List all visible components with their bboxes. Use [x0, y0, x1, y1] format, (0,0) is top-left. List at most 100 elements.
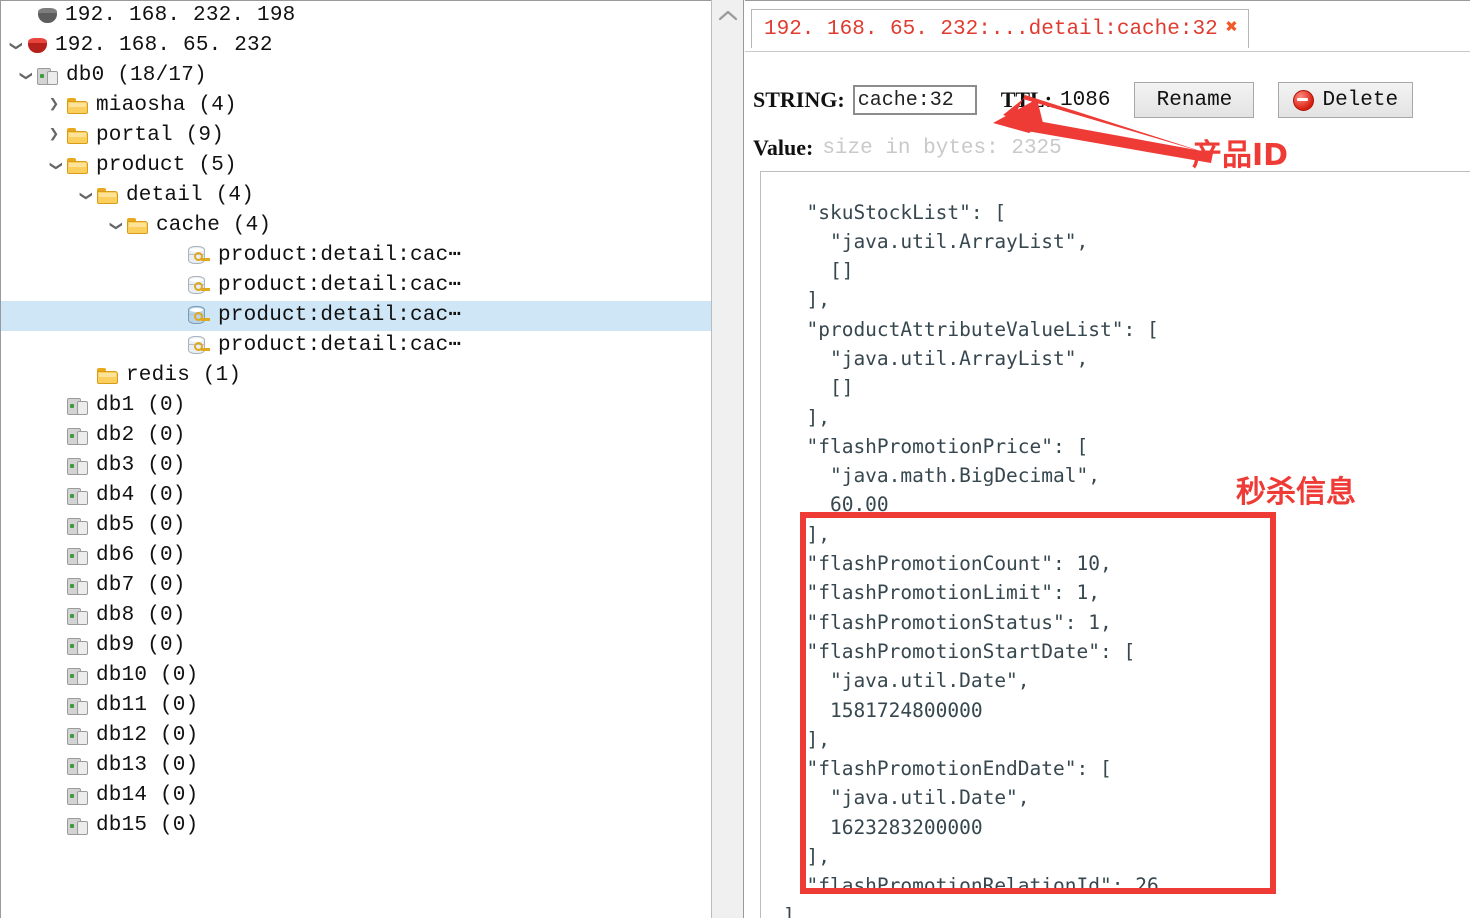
chevron-right-icon[interactable]: ❯: [41, 121, 67, 151]
tree-node[interactable]: product:detail:cac⋯: [1, 331, 711, 361]
tree-node-label: db3 (0): [96, 454, 186, 477]
redis-key-icon: [187, 336, 211, 356]
tree-node-label: detail (4): [126, 184, 255, 207]
folder-icon: [127, 217, 149, 235]
delete-button-label: Delete: [1322, 88, 1399, 112]
tree-node[interactable]: db15 (0): [1, 811, 711, 841]
tree-node-label: product:detail:cac⋯: [218, 244, 462, 267]
tree-node-label: db13 (0): [96, 754, 199, 777]
tree-vertical-scrollbar[interactable]: [711, 0, 744, 918]
tree-node[interactable]: db13 (0): [1, 751, 711, 781]
folder-icon: [67, 157, 89, 175]
tree-node[interactable]: redis (1): [1, 361, 711, 391]
chevron-down-icon[interactable]: ❯: [69, 183, 99, 209]
chevron-down-icon[interactable]: ❯: [1, 33, 29, 59]
tab-label: 192. 168. 65. 232:...detail:cache:32: [764, 17, 1218, 41]
close-icon[interactable]: ✖: [1226, 19, 1238, 39]
database-icon: [67, 487, 89, 506]
json-value-text[interactable]: "skuStockList": [ "java.util.ArrayList",…: [783, 198, 1470, 918]
key-detail-pane: 192. 168. 65. 232:...detail:cache:32 ✖ S…: [745, 0, 1470, 918]
tree-node-label: db11 (0): [96, 694, 199, 717]
database-icon: [67, 787, 89, 806]
delete-circle-icon: [1293, 89, 1315, 111]
tree-node-label: 192. 168. 232. 198: [65, 4, 296, 27]
tree-node-label: product:detail:cac⋯: [218, 304, 462, 327]
database-icon: [37, 67, 59, 86]
tab-key-detail[interactable]: 192. 168. 65. 232:...detail:cache:32 ✖: [751, 9, 1249, 48]
tree-node[interactable]: ❯ detail (4): [1, 181, 711, 211]
tree-node[interactable]: db3 (0): [1, 451, 711, 481]
tree-node[interactable]: ❯ db0 (18/17): [1, 61, 711, 91]
folder-icon: [67, 97, 89, 115]
tree-node[interactable]: db7 (0): [1, 571, 711, 601]
database-icon: [67, 607, 89, 626]
tree-node-label: 192. 168. 65. 232: [55, 34, 273, 57]
tree-node-label: db14 (0): [96, 784, 199, 807]
chevron-down-icon[interactable]: ❯: [39, 153, 69, 179]
tree-node-label: db6 (0): [96, 544, 186, 567]
redis-key-tree[interactable]: 192. 168. 232. 198 ❯ 192. 168. 65. 232 ❯ db0…: [0, 0, 711, 918]
annotation-product-id: 产品ID: [1192, 138, 1289, 173]
tree-node-label: db2 (0): [96, 424, 186, 447]
ttl-label: TTL:: [1000, 87, 1053, 112]
rename-button[interactable]: Rename: [1134, 82, 1255, 118]
app-root: 192. 168. 232. 198 ❯ 192. 168. 65. 232 ❯ db0…: [0, 0, 1470, 918]
value-editor[interactable]: "skuStockList": [ "java.util.ArrayList",…: [760, 171, 1470, 918]
chevron-right-icon[interactable]: ❯: [41, 91, 67, 121]
annotation-seckill-info: 秒杀信息: [1236, 475, 1356, 510]
tree-node-label: db7 (0): [96, 574, 186, 597]
tree-node[interactable]: ❯ miaosha (4): [1, 91, 711, 121]
tree-node[interactable]: db9 (0): [1, 631, 711, 661]
tree-node-label: db9 (0): [96, 634, 186, 657]
key-name-input[interactable]: cache:32: [852, 85, 977, 115]
tree-node[interactable]: product:detail:cac⋯: [1, 301, 711, 331]
key-toolbar: STRING: cache:32 TTL: 1086 Rename Delete: [753, 79, 1470, 121]
tree-node[interactable]: db2 (0): [1, 421, 711, 451]
database-icon: [67, 697, 89, 716]
server-cube-icon: [27, 37, 48, 55]
key-type-label: STRING:: [753, 87, 845, 112]
tree-node[interactable]: db5 (0): [1, 511, 711, 541]
redis-key-icon: [187, 276, 211, 296]
tree-node-label: cache (4): [156, 214, 272, 237]
database-icon: [67, 547, 89, 566]
tree-node[interactable]: db10 (0): [1, 661, 711, 691]
tree-node-label: db5 (0): [96, 514, 186, 537]
database-icon: [67, 817, 89, 836]
tree-node-label: redis (1): [126, 364, 242, 387]
tree-node-label: product:detail:cac⋯: [218, 274, 462, 297]
rename-button-label: Rename: [1156, 88, 1233, 112]
ttl-value: 1086: [1060, 88, 1111, 112]
tree-node[interactable]: ❯ cache (4): [1, 211, 711, 241]
tree-node[interactable]: ❯ product (5): [1, 151, 711, 181]
tree-node-label: db12 (0): [96, 724, 199, 747]
tree-node[interactable]: db6 (0): [1, 541, 711, 571]
database-icon: [67, 517, 89, 536]
tree-node[interactable]: db12 (0): [1, 721, 711, 751]
tree-node[interactable]: db11 (0): [1, 691, 711, 721]
tree-node[interactable]: db8 (0): [1, 601, 711, 631]
tree-node[interactable]: 192. 168. 232. 198: [1, 1, 711, 31]
tree-node[interactable]: ❯ 192. 168. 65. 232: [1, 31, 711, 61]
tree-node[interactable]: db14 (0): [1, 781, 711, 811]
tree-node-label: product:detail:cac⋯: [218, 334, 462, 357]
folder-icon: [97, 187, 119, 205]
folder-icon: [97, 367, 119, 385]
tree-node[interactable]: db4 (0): [1, 481, 711, 511]
chevron-up-icon[interactable]: [712, 1, 743, 29]
tree-node-label: db15 (0): [96, 814, 199, 837]
tree-node-label: miaosha (4): [96, 94, 237, 117]
database-icon: [67, 667, 89, 686]
database-icon: [67, 457, 89, 476]
folder-icon: [67, 127, 89, 145]
chevron-down-icon[interactable]: ❯: [9, 63, 39, 89]
value-size-text: size in bytes: 2325: [822, 136, 1062, 160]
tree-node[interactable]: ❯ portal (9): [1, 121, 711, 151]
redis-key-icon: [187, 246, 211, 266]
tree-node[interactable]: db1 (0): [1, 391, 711, 421]
tree-node[interactable]: product:detail:cac⋯: [1, 271, 711, 301]
delete-button[interactable]: Delete: [1278, 82, 1414, 118]
tree-node[interactable]: product:detail:cac⋯: [1, 241, 711, 271]
tree-node-label: portal (9): [96, 124, 225, 147]
chevron-down-icon[interactable]: ❯: [99, 213, 129, 239]
